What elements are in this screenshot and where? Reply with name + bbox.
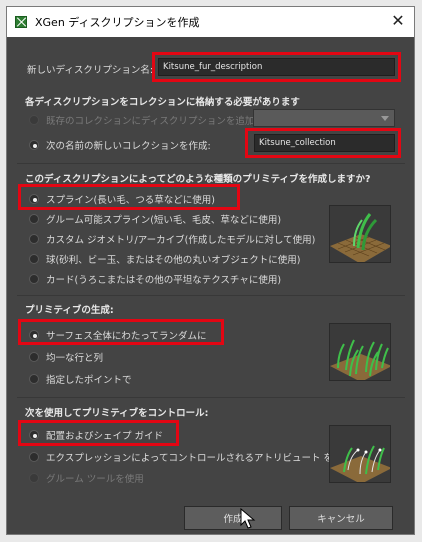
radio-dot [29, 330, 39, 340]
radio-control-guides[interactable]: 配置およびシェイプ ガイド [29, 428, 163, 442]
radio-existing-collection[interactable]: 既存のコレクションにディスクリプションを追加: [29, 113, 258, 127]
radio-label: サーフェス全体にわたってランダムに [46, 331, 207, 342]
radio-label: 均一な行と列 [46, 353, 104, 364]
divider [17, 295, 405, 296]
collection-heading: 各ディスクリプションをコレクションに格納する必要があります [25, 97, 300, 108]
existing-collection-dropdown[interactable] [253, 109, 395, 127]
radio-dot [29, 374, 39, 384]
radio-new-collection-label: 次の名前の新しいコレクションを作成: [46, 141, 211, 152]
radio-primitive-custom-geometry[interactable]: カスタム ジオメトリ/アーカイブ(作成したモデルに対して使用) [29, 232, 315, 246]
radio-label: 配置およびシェイプ ガイド [46, 431, 164, 442]
radio-label: 球(砂利、ビー玉、またはその他の丸いオブジェクトに使用) [46, 255, 301, 266]
cancel-button[interactable]: キャンセル [289, 506, 393, 530]
radio-dot [29, 274, 39, 284]
mouse-cursor-icon [240, 508, 256, 529]
radio-dot [29, 234, 39, 244]
radio-existing-collection-label: 既存のコレクションにディスクリプションを追加: [46, 116, 258, 127]
divider [17, 397, 405, 398]
description-name-row: 新しいディスクリプション名: [27, 62, 153, 76]
radio-control-expressions[interactable]: エクスプレッションによってコントロールされるアトリビュート を使用 [29, 450, 352, 464]
radio-label: エクスプレッションによってコントロールされるアトリビュート を使用 [46, 453, 352, 464]
create-button[interactable]: 作成 [184, 506, 282, 530]
description-name-input[interactable]: Kitsune_fur_description [158, 58, 395, 76]
guides-preview-image [329, 425, 391, 483]
radio-label: スプライン(長い毛、つる草などに使用) [46, 195, 215, 206]
radio-control-groom-tool[interactable]: グルーム ツールを使用 [29, 471, 144, 485]
radio-dot [29, 473, 39, 483]
radio-dot [29, 115, 39, 125]
radio-label: 指定したポイントで [46, 375, 132, 386]
radio-dot [29, 430, 39, 440]
radio-dot [29, 194, 39, 204]
radio-primitive-spline[interactable]: スプライン(長い毛、つる草などに使用) [29, 192, 215, 206]
create-description-dialog: XGen ディスクリプションを作成 ✕ 新しいディスクリプション名: Kitsu… [6, 6, 415, 535]
radio-generate-uniform[interactable]: 均一な行と列 [29, 350, 103, 364]
control-heading: 次を使用してプリミティブをコントロール: [25, 408, 209, 419]
radio-dot [29, 140, 39, 150]
radio-label: グルーム可能スプライン(短い毛、毛皮、草などに使用) [46, 215, 282, 226]
close-button[interactable]: ✕ [390, 13, 406, 29]
radio-dot [29, 452, 39, 462]
radio-primitive-card[interactable]: カード(うろこまたはその他の平坦なテクスチャに使用) [29, 272, 281, 286]
new-collection-input[interactable]: Kitsune_collection [254, 134, 395, 152]
radio-label: カード(うろこまたはその他の平坦なテクスチャに使用) [46, 275, 282, 286]
radio-primitive-sphere[interactable]: 球(砂利、ビー玉、またはその他の丸いオブジェクトに使用) [29, 252, 300, 266]
radio-generate-points[interactable]: 指定したポイントで [29, 372, 132, 386]
title-bar: XGen ディスクリプションを作成 ✕ [7, 7, 414, 37]
radio-label: グルーム ツールを使用 [46, 474, 144, 485]
dialog-body: 新しいディスクリプション名: Kitsune_fur_description 各… [7, 37, 414, 534]
primitive-type-heading: このディスクリプションによってどのような種類のプリミティブを作成しますか? [25, 174, 371, 185]
window-title: XGen ディスクリプションを作成 [35, 16, 200, 29]
radio-dot [29, 352, 39, 362]
radio-dot [29, 254, 39, 264]
spline-preview-image [329, 205, 391, 263]
radio-generate-random[interactable]: サーフェス全体にわたってランダムに [29, 328, 206, 342]
divider [17, 163, 405, 164]
chevron-down-icon [381, 116, 389, 121]
random-preview-image [329, 323, 391, 381]
radio-dot [29, 214, 39, 224]
description-name-label: 新しいディスクリプション名: [27, 65, 154, 76]
radio-label: カスタム ジオメトリ/アーカイブ(作成したモデルに対して使用) [46, 235, 316, 246]
radio-primitive-groomable-spline[interactable]: グルーム可能スプライン(短い毛、毛皮、草などに使用) [29, 212, 281, 226]
xgen-app-icon [15, 16, 27, 28]
generate-heading: プリミティブの生成: [25, 305, 114, 316]
radio-new-collection[interactable]: 次の名前の新しいコレクションを作成: [29, 138, 211, 152]
